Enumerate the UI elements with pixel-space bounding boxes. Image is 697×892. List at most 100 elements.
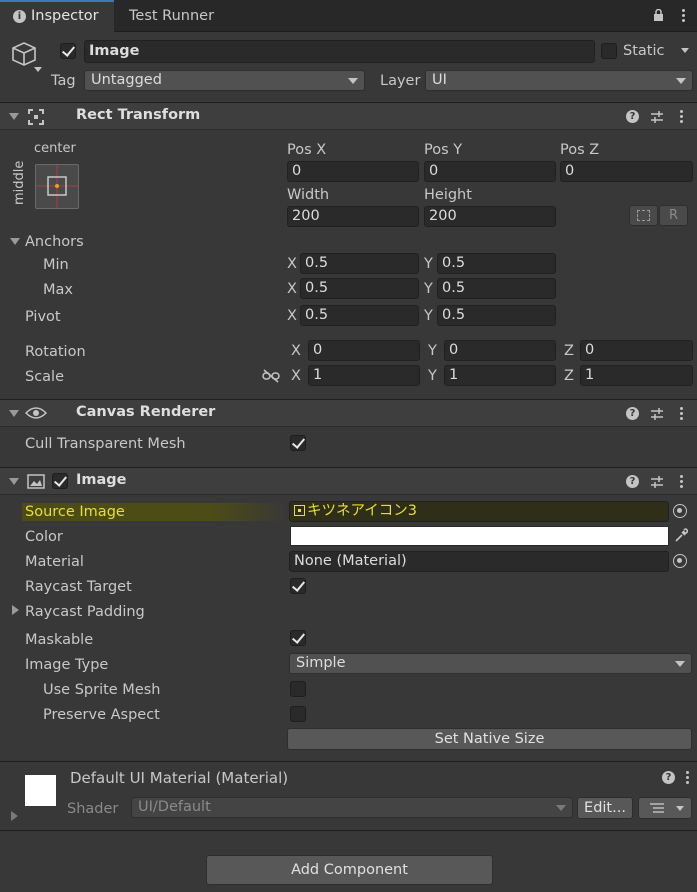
layer-dropdown[interactable]: UI — [425, 70, 693, 91]
add-component-button[interactable]: Add Component — [206, 855, 493, 885]
blueprint-mode-button[interactable] — [629, 205, 658, 226]
scale-z-letter: Z — [564, 368, 574, 384]
anchor-h-label: center — [34, 141, 76, 156]
image-type-value: Simple — [296, 655, 346, 671]
raw-edit-button[interactable]: R — [659, 205, 688, 226]
pos-z-field[interactable]: 0 — [560, 161, 693, 182]
static-dropdown-icon[interactable] — [681, 48, 689, 53]
raycast-padding-label[interactable]: Raycast Padding — [25, 603, 145, 621]
image-enabled-checkbox[interactable] — [52, 473, 68, 489]
width-field[interactable]: 200 — [287, 206, 419, 227]
cull-transparent-mesh-checkbox[interactable] — [290, 435, 306, 451]
rect-transform-icon — [28, 109, 44, 125]
scale-x-field[interactable]: 1 — [308, 365, 420, 386]
chevron-down-icon — [348, 78, 358, 84]
help-icon[interactable]: ? — [662, 771, 675, 784]
object-picker-icon[interactable] — [673, 504, 687, 518]
max-y-field[interactable]: 0.5 — [437, 278, 556, 299]
sprite-icon — [294, 505, 305, 516]
rect-transform-header[interactable]: Rect Transform ? — [0, 102, 697, 130]
help-icon[interactable]: ? — [626, 110, 639, 123]
source-image-field[interactable]: キツネアイコン3 — [289, 501, 669, 522]
presets-icon[interactable] — [650, 475, 664, 489]
tag-dropdown[interactable]: Untagged — [84, 70, 365, 91]
pivot-y-letter: Y — [424, 308, 433, 324]
shader-dropdown[interactable]: UI/Default — [131, 797, 573, 818]
foldout-arrow-icon[interactable] — [9, 410, 19, 417]
pivot-x-field[interactable]: 0.5 — [300, 305, 419, 326]
material-preview-title[interactable]: Default UI Material (Material) — [70, 769, 288, 787]
rot-z-letter: Z — [564, 343, 574, 359]
chevron-down-icon — [676, 806, 684, 811]
tab-inspector[interactable]: i Inspector — [0, 0, 114, 32]
raycast-target-label: Raycast Target — [25, 579, 132, 595]
tag-value: Untagged — [91, 72, 162, 88]
source-image-label: Source Image — [25, 504, 125, 520]
image-component-icon — [27, 474, 45, 489]
use-sprite-mesh-label: Use Sprite Mesh — [43, 682, 161, 698]
rot-x-letter: X — [291, 343, 301, 359]
height-field[interactable]: 200 — [424, 206, 556, 227]
static-checkbox[interactable] — [601, 43, 617, 59]
scale-z-field[interactable]: 1 — [580, 365, 693, 386]
anchor-preset-button[interactable] — [35, 164, 79, 209]
raycast-padding-foldout-icon[interactable] — [12, 605, 19, 615]
pivot-y-field[interactable]: 0.5 — [437, 305, 556, 326]
pos-y-field[interactable]: 0 — [424, 161, 556, 182]
eye-icon — [24, 406, 48, 420]
color-swatch[interactable] — [290, 526, 669, 546]
edit-shader-label: Edit... — [584, 800, 626, 816]
rot-z-field[interactable]: 0 — [580, 340, 693, 361]
pos-x-field[interactable]: 0 — [287, 161, 419, 182]
gameobject-cube-icon — [10, 40, 38, 68]
width-label: Width — [287, 187, 330, 203]
preserve-aspect-checkbox[interactable] — [290, 706, 306, 722]
canvas-renderer-header[interactable]: Canvas Renderer ? — [0, 399, 697, 427]
tab-menu-icon[interactable] — [682, 9, 686, 23]
constrain-proportions-icon[interactable] — [262, 369, 280, 383]
max-x-field[interactable]: 0.5 — [300, 278, 419, 299]
help-icon[interactable]: ? — [626, 407, 639, 420]
presets-icon[interactable] — [650, 110, 664, 124]
material-foldout-icon[interactable] — [11, 811, 18, 821]
rect-transform-title: Rect Transform — [76, 107, 201, 123]
active-checkbox[interactable] — [60, 43, 76, 59]
rot-x-field[interactable]: 0 — [308, 340, 420, 361]
image-component-title: Image — [76, 472, 127, 488]
rotation-label: Rotation — [25, 344, 86, 360]
anchors-foldout-icon[interactable] — [10, 238, 20, 245]
set-native-size-button[interactable]: Set Native Size — [287, 728, 692, 750]
tab-test-runner[interactable]: Test Runner — [116, 0, 246, 32]
tab-test-runner-label: Test Runner — [129, 8, 215, 24]
rot-y-field[interactable]: 0 — [444, 340, 556, 361]
component-menu-icon[interactable] — [680, 110, 684, 124]
shader-options-button[interactable] — [638, 797, 692, 819]
material-field[interactable]: None (Material) — [289, 551, 669, 572]
min-y-field[interactable]: 0.5 — [437, 253, 556, 274]
min-x-field[interactable]: 0.5 — [300, 253, 419, 274]
component-menu-icon[interactable] — [680, 407, 684, 421]
maskable-checkbox[interactable] — [290, 630, 306, 646]
scale-y-field[interactable]: 1 — [444, 365, 556, 386]
foldout-arrow-icon[interactable] — [9, 478, 19, 485]
component-menu-icon[interactable] — [680, 475, 684, 489]
height-label: Height — [424, 187, 472, 203]
chevron-down-icon — [675, 661, 685, 667]
raycast-target-checkbox[interactable] — [290, 578, 306, 594]
presets-icon[interactable] — [650, 407, 664, 421]
object-name-field[interactable]: Image — [84, 40, 595, 63]
image-type-dropdown[interactable]: Simple — [289, 653, 692, 674]
lock-icon[interactable] — [653, 8, 664, 21]
object-picker-icon[interactable] — [673, 554, 687, 568]
edit-shader-button[interactable]: Edit... — [577, 797, 633, 819]
eyedropper-icon[interactable] — [674, 528, 689, 543]
help-icon[interactable]: ? — [626, 475, 639, 488]
anchors-label[interactable]: Anchors — [25, 233, 84, 251]
scale-y-letter: Y — [428, 368, 437, 384]
icon-dropdown-arrow[interactable] — [34, 67, 42, 72]
maskable-label: Maskable — [25, 632, 94, 648]
use-sprite-mesh-checkbox[interactable] — [290, 681, 306, 697]
material-menu-icon[interactable] — [686, 771, 690, 785]
foldout-arrow-icon[interactable] — [9, 113, 19, 120]
image-component-header[interactable]: Image ? — [0, 467, 697, 495]
